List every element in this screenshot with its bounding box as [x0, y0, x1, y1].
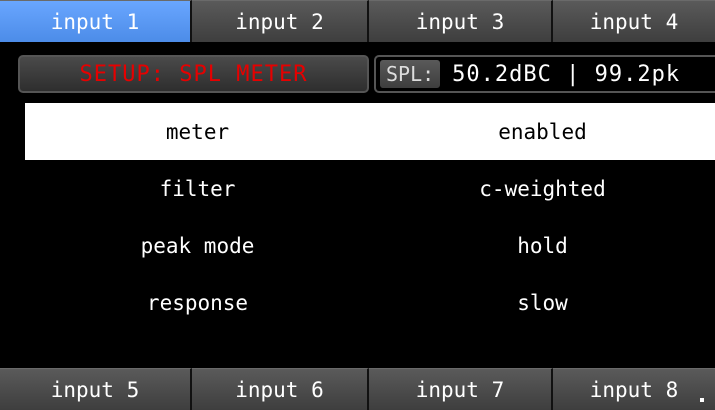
setting-name: response: [146, 290, 249, 315]
setting-value: c-weighted: [479, 176, 606, 201]
setup-title: SETUP: SPL METER: [18, 55, 369, 93]
setting-value: hold: [517, 233, 568, 258]
spl-readout: SPL: 50.2dBC | 99.2pk: [374, 55, 715, 93]
setting-row-peak-mode[interactable]: peak mode hold: [25, 217, 715, 274]
setting-row-filter[interactable]: filter c-weighted: [25, 160, 715, 217]
tab-input-4[interactable]: input 4: [553, 0, 715, 42]
spl-value: 50.2dBC | 99.2pk: [452, 61, 681, 87]
setting-value: enabled: [498, 119, 587, 144]
setting-row-response[interactable]: response slow: [25, 274, 715, 331]
indicator-dot: [700, 398, 704, 402]
settings-list: meter enabled filter c-weighted peak mod…: [25, 103, 715, 331]
tab-input-8[interactable]: input 8: [553, 368, 715, 410]
setting-value: slow: [517, 290, 568, 315]
tab-input-2[interactable]: input 2: [192, 0, 369, 42]
bottom-tab-bar: input 5 input 6 input 7 input 8: [0, 368, 715, 410]
tab-input-1[interactable]: input 1: [0, 0, 192, 42]
tab-input-6[interactable]: input 6: [192, 368, 369, 410]
status-row: SETUP: SPL METER SPL: 50.2dBC | 99.2pk: [0, 55, 715, 95]
tab-input-3[interactable]: input 3: [369, 0, 553, 42]
setting-name: meter: [165, 119, 230, 144]
setting-name: peak mode: [140, 233, 255, 258]
top-tab-bar: input 1 input 2 input 3 input 4: [0, 0, 715, 42]
setting-row-meter[interactable]: meter enabled: [25, 103, 715, 160]
tab-input-5[interactable]: input 5: [0, 368, 192, 410]
setting-name: filter: [159, 176, 236, 201]
spl-label: SPL:: [380, 60, 441, 88]
tab-input-7[interactable]: input 7: [369, 368, 553, 410]
